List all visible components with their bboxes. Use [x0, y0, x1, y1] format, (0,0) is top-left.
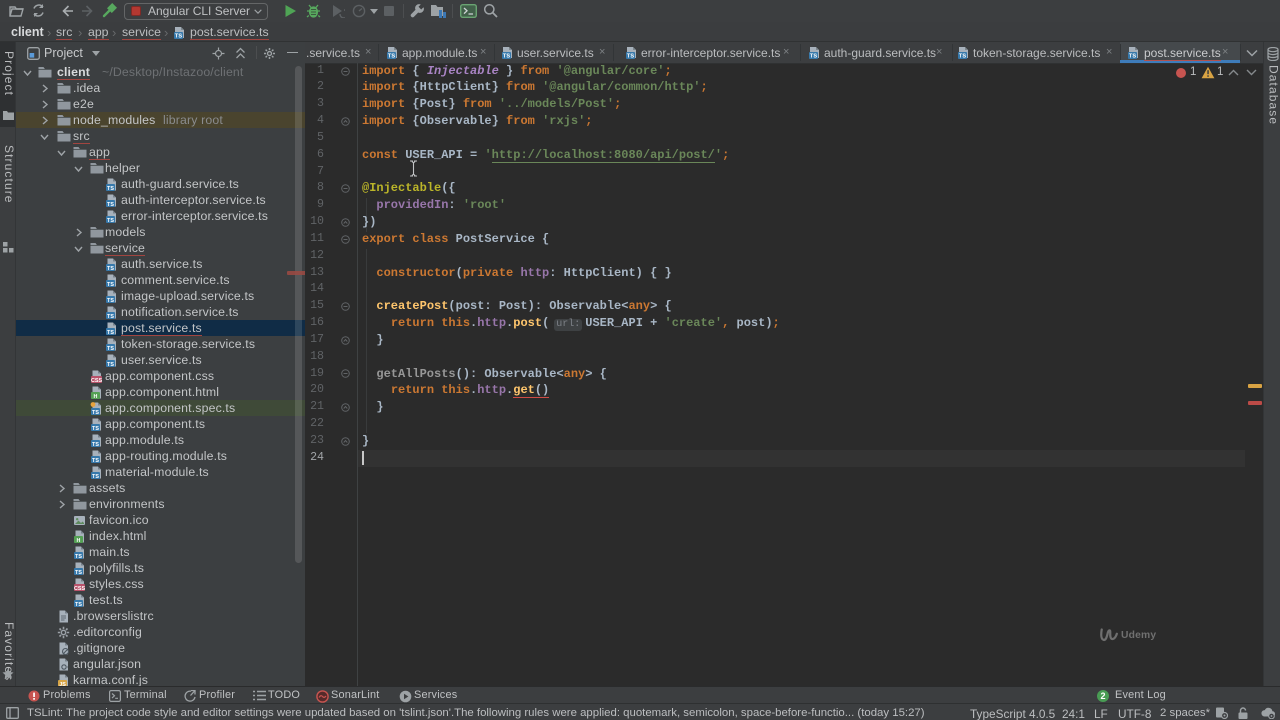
- svg-text:CSS: CSS: [74, 586, 85, 591]
- svg-text:TS: TS: [627, 54, 634, 59]
- svg-text:TS: TS: [107, 266, 114, 271]
- svg-text:TS: TS: [92, 410, 99, 415]
- svg-text:CSS: CSS: [91, 378, 102, 383]
- svg-text:TS: TS: [107, 346, 114, 351]
- svg-text:TS: TS: [75, 554, 82, 559]
- svg-text:TS: TS: [1129, 54, 1136, 59]
- svg-text:TS: TS: [107, 186, 114, 191]
- svg-text:H: H: [77, 538, 81, 543]
- svg-text:TS: TS: [107, 282, 114, 287]
- svg-text:H: H: [94, 394, 98, 399]
- svg-text:TS: TS: [92, 474, 99, 479]
- svg-text:TS: TS: [175, 34, 182, 39]
- svg-text:TS: TS: [107, 330, 114, 335]
- svg-text:TS: TS: [92, 426, 99, 431]
- svg-text:TS: TS: [75, 602, 82, 607]
- svg-text:TS: TS: [388, 54, 395, 59]
- svg-text:TS: TS: [107, 362, 114, 367]
- svg-text:TS: TS: [107, 298, 114, 303]
- svg-text:TS: TS: [810, 54, 817, 59]
- svg-text:TS: TS: [107, 218, 114, 223]
- svg-text:TS: TS: [75, 570, 82, 575]
- svg-text:TS: TS: [107, 202, 114, 207]
- svg-text:TS: TS: [92, 458, 99, 463]
- svg-text:TS: TS: [959, 54, 966, 59]
- svg-text:TS: TS: [503, 54, 510, 59]
- svg-text:TS: TS: [107, 314, 114, 319]
- svg-text:TS: TS: [92, 442, 99, 447]
